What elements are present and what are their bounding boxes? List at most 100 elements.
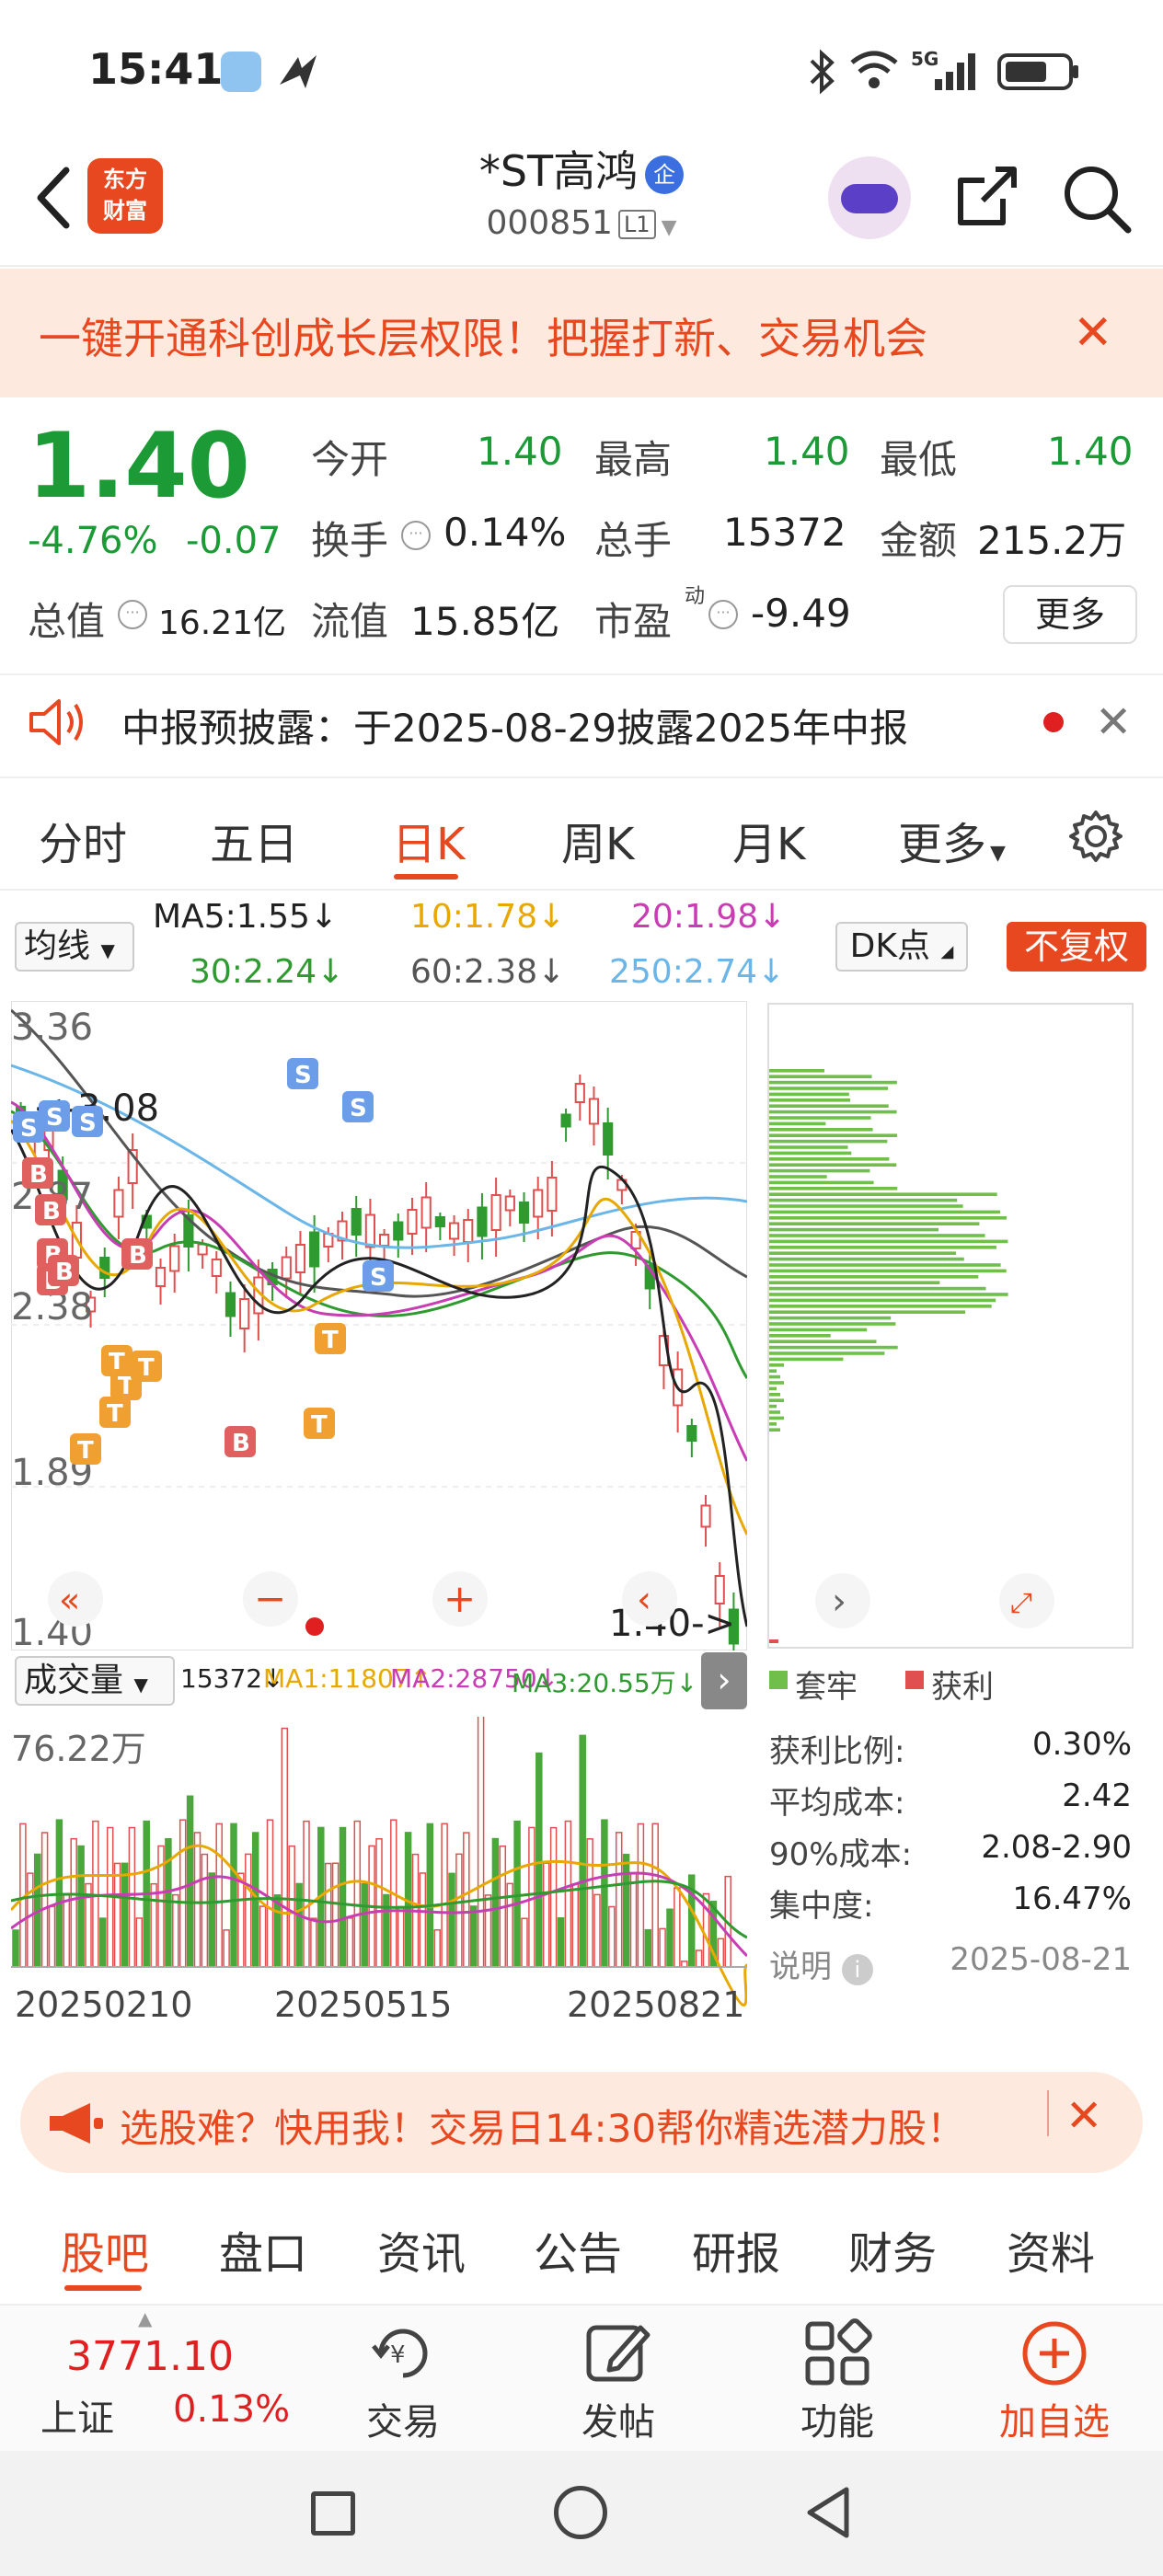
tab-announcements[interactable]: 公告 — [534, 2217, 622, 2282]
functions-label[interactable]: 功能 — [764, 2392, 911, 2445]
stock-name: *ST高鸿 — [478, 146, 639, 196]
x-axis-date: 20250821 — [567, 1984, 744, 2025]
trade-icon[interactable]: ¥ — [364, 2318, 442, 2388]
info-icon[interactable]: ··· — [401, 521, 431, 550]
turnover-value: 0.14% — [443, 510, 567, 555]
candle-body — [155, 1267, 167, 1287]
ma10-value: 10:1.78↓ — [410, 898, 566, 936]
tab-weekly-k[interactable]: 周K — [561, 808, 634, 872]
chip-bar — [769, 1098, 851, 1102]
info-icon[interactable]: ··· — [708, 600, 738, 629]
share-icon[interactable] — [951, 162, 1021, 232]
chip-bars — [769, 1069, 1008, 1643]
vol-ma3-value: MA3:20.55万↓ — [512, 1668, 698, 1698]
info-icon[interactable]: ··· — [118, 600, 147, 629]
chip-stat-label: 集中度: — [769, 1888, 874, 1925]
chip-bar — [769, 1316, 892, 1320]
adjustment-toggle[interactable]: 不复权 — [1007, 922, 1146, 972]
trade-signal-letter: S — [350, 1095, 367, 1122]
candle-body — [588, 1098, 600, 1125]
minus-icon[interactable]: − — [254, 1576, 286, 1621]
index-percent[interactable]: 0.13% — [173, 2388, 290, 2431]
chevron-left-icon[interactable]: ‹ — [637, 1579, 651, 1621]
index-name[interactable]: 上证 — [40, 2388, 114, 2442]
plus-icon[interactable]: + — [443, 1576, 476, 1621]
trade-signal-letter: T — [322, 1327, 339, 1354]
trade-label[interactable]: 交易 — [329, 2392, 477, 2445]
candle-body — [490, 1194, 501, 1231]
volume-bar — [622, 1853, 630, 1968]
volume-bar — [324, 1862, 332, 1968]
trade-signal-letter: B — [55, 1259, 74, 1286]
candle-body — [281, 1256, 292, 1280]
back-button[interactable] — [802, 2484, 852, 2541]
trade-signal-letter: B — [42, 1198, 61, 1225]
index-value[interactable]: 3771.10 — [66, 2333, 234, 2380]
close-icon[interactable]: ✕ — [1095, 696, 1132, 748]
chip-bar-profit — [769, 1639, 778, 1643]
weather-icon — [221, 52, 261, 92]
tab-pankou[interactable]: 盘口 — [219, 2217, 307, 2282]
tab-finance[interactable]: 财务 — [848, 2217, 937, 2282]
tab-intraday[interactable]: 分时 — [39, 808, 127, 872]
chip-bar — [769, 1363, 784, 1367]
grid-functions-icon[interactable] — [802, 2318, 872, 2388]
explanation-link[interactable]: 说明 i — [769, 1941, 873, 1986]
search-icon[interactable] — [1060, 162, 1134, 236]
pe-label: 市盈 — [594, 599, 673, 644]
chip-bar — [769, 1393, 780, 1397]
chip-distribution-panel[interactable]: › ⤢ — [767, 1003, 1134, 1649]
robot-assistant-icon[interactable] — [828, 156, 911, 239]
tab-five-day[interactable]: 五日 — [210, 808, 298, 872]
dk-point-toggle[interactable]: DK点 ◢ — [835, 922, 968, 972]
gear-icon[interactable] — [1069, 810, 1123, 863]
ma-selector[interactable]: 均线 ▼ — [15, 922, 134, 972]
x-axis-date: 20250515 — [274, 1984, 452, 2025]
expand-volume-button[interactable]: › — [701, 1652, 747, 1709]
tab-more[interactable]: 更多 ▼ — [898, 808, 1006, 872]
tab-research[interactable]: 研报 — [692, 2217, 780, 2282]
tab-guba[interactable]: 股吧 — [61, 2217, 149, 2282]
chip-bar — [769, 1168, 870, 1173]
add-watchlist-label[interactable]: 加自选 — [981, 2392, 1128, 2445]
chip-bar — [769, 1246, 996, 1249]
chip-bar — [769, 1157, 890, 1161]
tab-profile[interactable]: 资料 — [1007, 2217, 1095, 2282]
volume-bar — [659, 1927, 666, 1968]
status-bar: 15:41 5G — [0, 0, 1163, 138]
post-label[interactable]: 发帖 — [545, 2392, 692, 2445]
tab-monthly-k[interactable]: 月K — [732, 808, 805, 872]
volume-bar — [542, 1862, 550, 1968]
candle-body — [211, 1259, 222, 1277]
edit-post-icon[interactable] — [583, 2318, 653, 2388]
market-cap-label: 总值 — [28, 599, 106, 644]
close-icon[interactable]: ✕ — [1073, 305, 1113, 361]
chip-bar — [769, 1216, 1008, 1220]
recents-button[interactable] — [311, 2491, 355, 2536]
chip-bar — [769, 1334, 831, 1338]
candle-body — [294, 1244, 306, 1273]
double-chevron-left-icon[interactable]: « — [59, 1580, 80, 1620]
tab-daily-k[interactable]: 日K — [392, 808, 465, 872]
pe-value: -9.49 — [751, 591, 851, 636]
tab-news[interactable]: 资讯 — [377, 2217, 466, 2282]
volume-bar — [77, 1845, 85, 1968]
amount-value: 215.2万 — [977, 518, 1127, 563]
promo-banner-text[interactable]: 一键开通科创成长层权限！把握打新、交易机会 — [39, 305, 927, 366]
candle-body — [518, 1202, 530, 1224]
home-button[interactable] — [554, 2486, 607, 2539]
volume-selector[interactable]: 成交量 ▼ — [15, 1656, 175, 1706]
high-value: 1.40 — [764, 429, 850, 474]
turnover-label: 换手 — [311, 518, 389, 563]
volume-bar — [99, 1917, 107, 1968]
ad-text[interactable]: 选股难？快用我！交易日14:30帮你精选潜力股！ — [120, 2098, 965, 2154]
more-button[interactable]: 更多 — [1003, 585, 1137, 644]
add-watchlist-icon[interactable] — [1019, 2318, 1089, 2388]
kline-chart[interactable]: 3.36 2.87 2.38 1.89 1.40 <-3.08 1.40-> S… — [11, 1001, 747, 1650]
chip-bar — [769, 1381, 784, 1385]
expand-icon[interactable]: ⤢ — [1010, 1587, 1032, 1619]
notice-text[interactable]: 中报预披露：于2025-08-29披露2025年中报 — [121, 697, 908, 753]
chevron-right-icon[interactable]: › — [832, 1581, 846, 1623]
volume-chart[interactable]: 76.22万 20250210 20250515 20250821 — [11, 1717, 747, 2053]
close-icon[interactable]: ✕ — [1065, 2090, 1102, 2142]
